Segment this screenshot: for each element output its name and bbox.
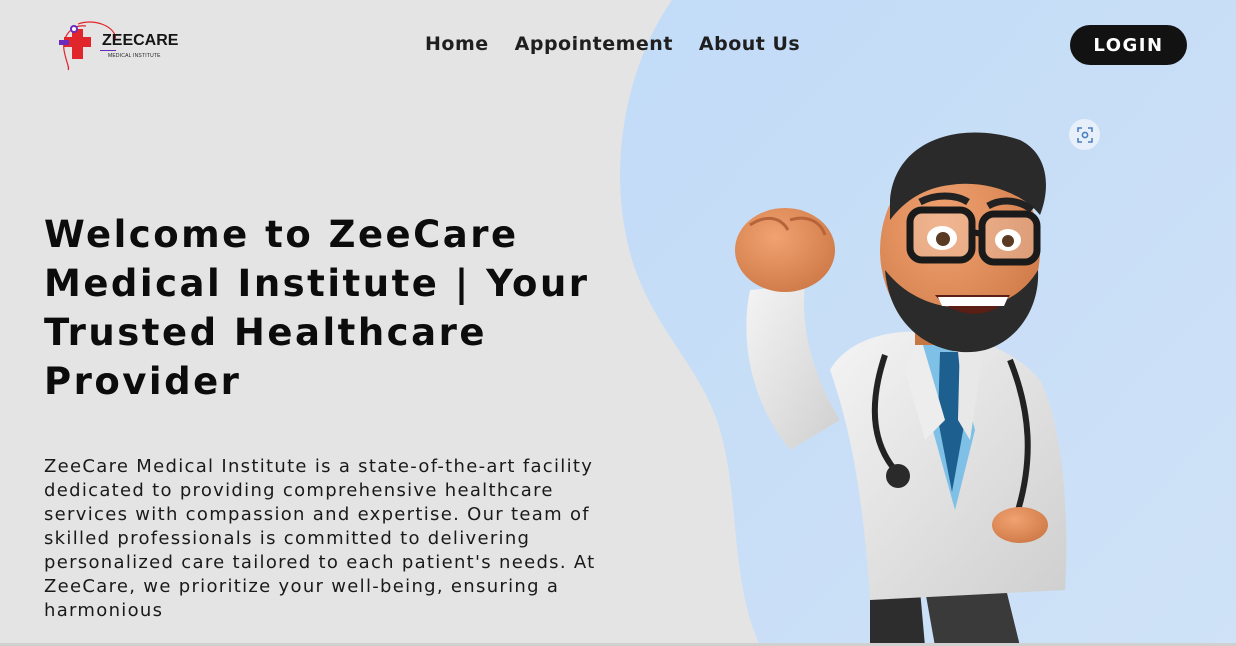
login-button[interactable]: LOGIN [1070,25,1187,65]
brand-logo[interactable]: ZEECARE MEDICAL INSTITUTE [56,18,186,72]
scan-lens-icon[interactable] [1069,119,1100,150]
doctor-illustration [735,132,1067,646]
hero-title: Welcome to ZeeCare Medical Institute | Y… [44,213,590,403]
hero-description: ZeeCare Medical Institute is a state-of-… [44,456,596,621]
brand-name: ZEECARE [102,32,179,49]
brand-tagline: MEDICAL INSTITUTE [108,53,161,59]
nav-link-about-us[interactable]: About Us [699,33,800,55]
scan-lens-glyph-icon [1076,126,1093,143]
main-nav: Home Appointement About Us [425,33,800,55]
nav-link-appointment[interactable]: Appointement [515,33,673,55]
nav-link-home[interactable]: Home [425,33,489,55]
